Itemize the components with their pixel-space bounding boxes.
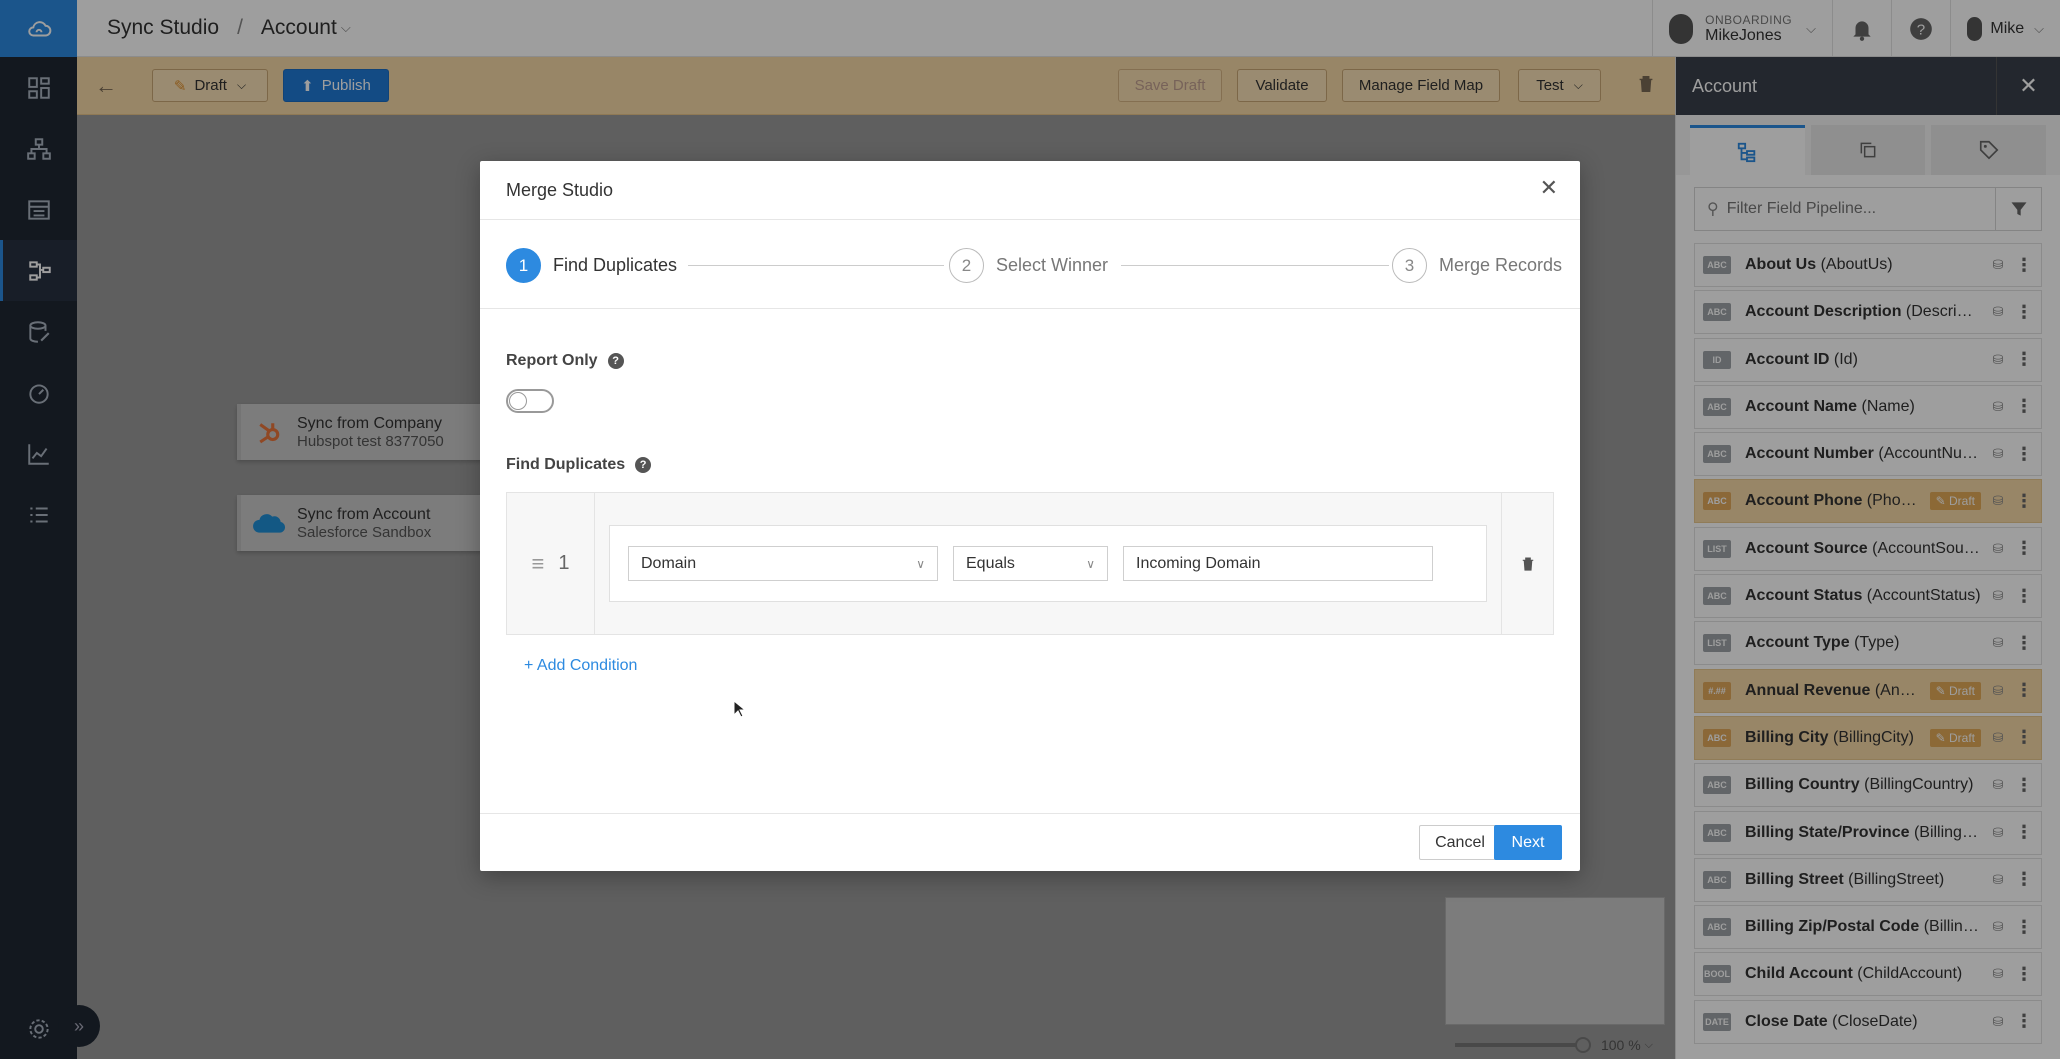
add-condition-link[interactable]: + Add Condition xyxy=(524,657,637,675)
chevron-down-icon: ∨ xyxy=(916,556,925,571)
modal-title: Merge Studio xyxy=(506,179,614,200)
find-duplicates-label: Find Duplicates ? xyxy=(506,456,652,474)
step-number: 1 xyxy=(506,248,541,283)
stepper: 1 Find Duplicates 2 Select Winner 3 Merg… xyxy=(480,220,1580,309)
condition-row: ≡ 1 Domain ∨ Equals ∨ Incoming Domain xyxy=(506,492,1554,635)
mouse-cursor-icon xyxy=(733,700,745,718)
condition-drag-area: ≡ 1 xyxy=(507,493,595,634)
operator-select-value: Equals xyxy=(966,554,1015,572)
step-connector xyxy=(688,265,944,266)
step-select-winner: 2 Select Winner xyxy=(949,248,1108,283)
close-icon[interactable]: ✕ xyxy=(1540,175,1558,201)
step-merge-records: 3 Merge Records xyxy=(1392,248,1562,283)
operator-select[interactable]: Equals ∨ xyxy=(953,546,1108,581)
step-number: 3 xyxy=(1392,248,1427,283)
step-label: Merge Records xyxy=(1439,255,1563,275)
step-number: 2 xyxy=(949,248,984,283)
cancel-button[interactable]: Cancel xyxy=(1419,825,1501,860)
report-only-label: Report Only ? xyxy=(506,352,624,370)
modal-body: Report Only ? Find Duplicates ? ≡ 1 Doma… xyxy=(480,309,1580,812)
find-duplicates-text: Find Duplicates xyxy=(506,456,626,473)
chevron-down-icon: ∨ xyxy=(1086,556,1095,571)
modal-footer: Cancel Next xyxy=(480,813,1580,871)
report-only-text: Report Only xyxy=(506,352,598,369)
step-find-duplicates: 1 Find Duplicates xyxy=(506,248,677,283)
next-button[interactable]: Next xyxy=(1494,825,1562,860)
help-icon[interactable]: ? xyxy=(607,353,624,369)
delete-condition-button[interactable] xyxy=(1501,493,1553,634)
help-icon[interactable]: ? xyxy=(635,457,652,473)
condition-body: Domain ∨ Equals ∨ Incoming Domain xyxy=(595,493,1501,634)
condition-fields: Domain ∨ Equals ∨ Incoming Domain xyxy=(609,525,1487,602)
field-select-value: Domain xyxy=(641,554,697,572)
report-only-toggle[interactable] xyxy=(506,389,554,413)
value-input[interactable]: Incoming Domain xyxy=(1123,546,1433,581)
condition-index: 1 xyxy=(558,552,570,574)
drag-handle-icon[interactable]: ≡ xyxy=(532,551,545,577)
modal-header: Merge Studio ✕ xyxy=(480,161,1580,220)
toggle-knob xyxy=(509,392,527,410)
step-connector xyxy=(1121,265,1389,266)
trash-icon xyxy=(1522,556,1533,571)
step-label: Find Duplicates xyxy=(553,255,678,275)
step-label: Select Winner xyxy=(996,255,1109,275)
field-select[interactable]: Domain ∨ xyxy=(628,546,938,581)
merge-studio-modal: Merge Studio ✕ 1 Find Duplicates 2 Selec… xyxy=(480,161,1580,871)
